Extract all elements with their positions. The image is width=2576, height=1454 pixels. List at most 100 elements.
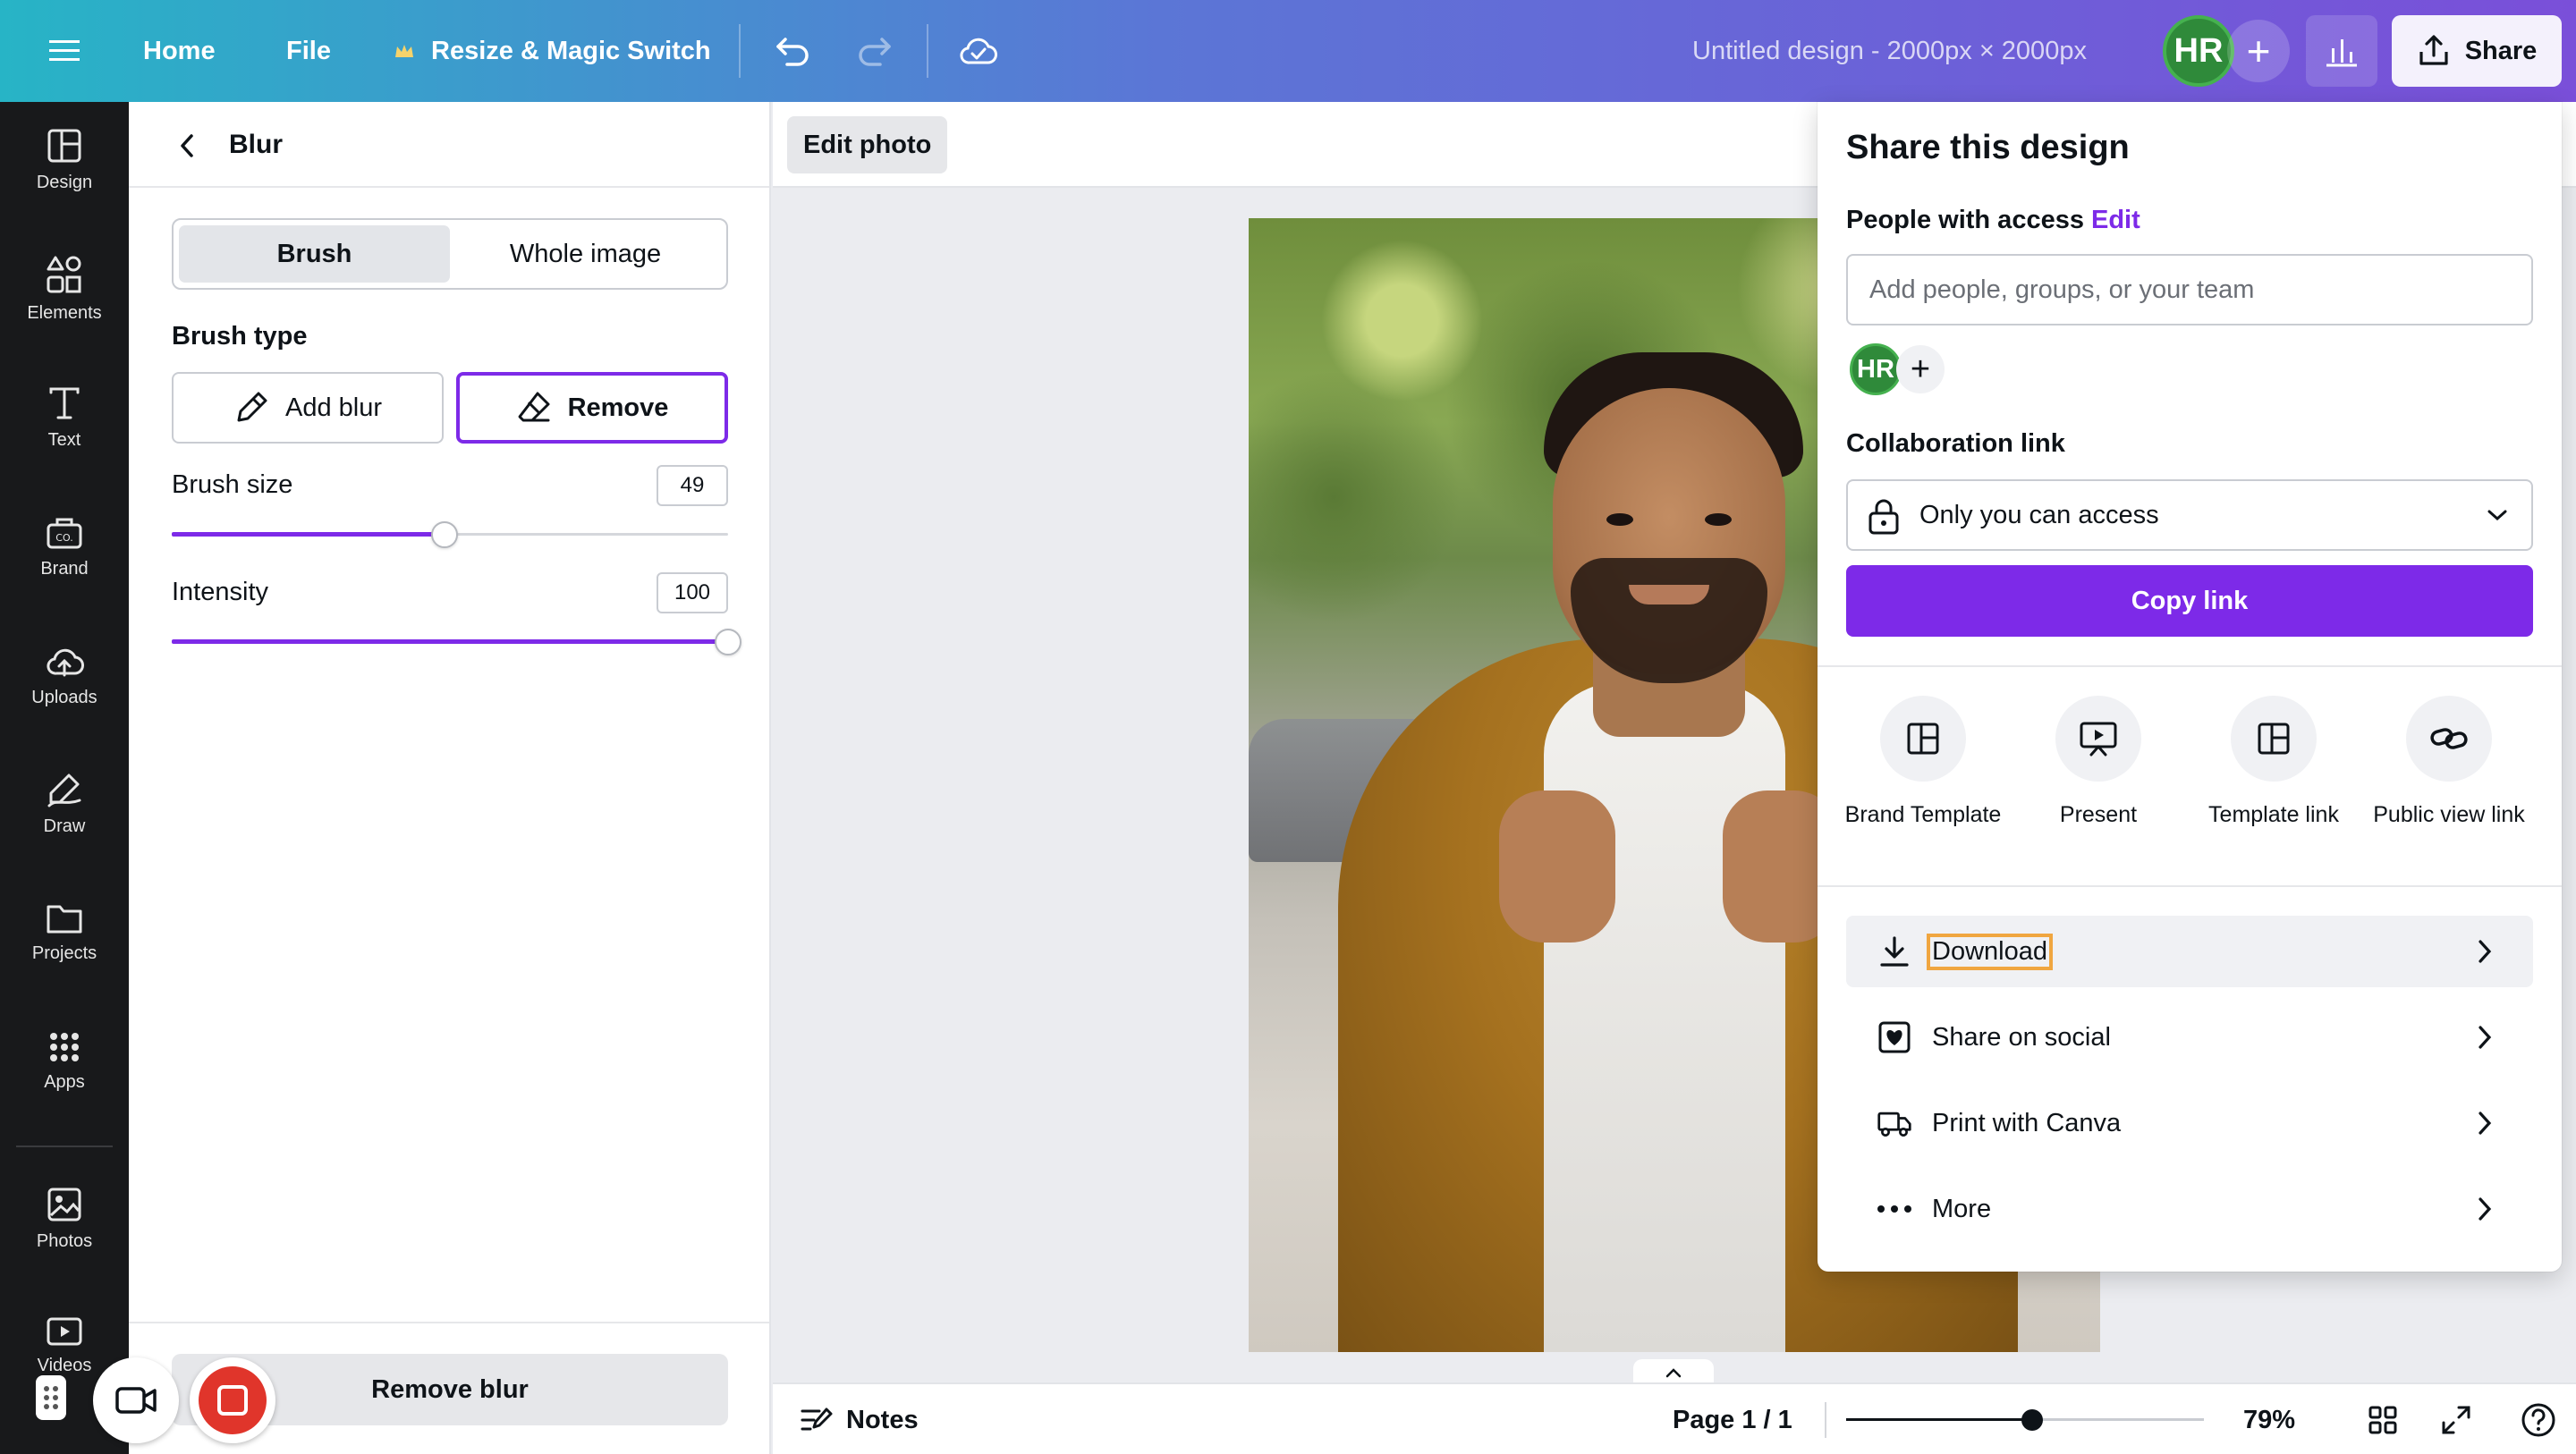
- brand-template-icon: [1880, 696, 1966, 782]
- blur-mode-toggle: Brush Whole image: [172, 218, 728, 290]
- brush-size-slider[interactable]: [172, 517, 728, 553]
- help-icon[interactable]: [2515, 1397, 2562, 1443]
- edit-access-link[interactable]: Edit: [2091, 206, 2140, 235]
- copy-link-button[interactable]: Copy link: [1846, 565, 2533, 637]
- chevron-right-icon: [2467, 1191, 2503, 1227]
- photo-hand: [1499, 790, 1615, 943]
- home-button[interactable]: Home: [143, 0, 216, 102]
- avatar[interactable]: HR: [1850, 343, 1902, 395]
- record-button[interactable]: [190, 1357, 275, 1443]
- notes-label: Notes: [846, 1405, 919, 1434]
- brush-size-label: Brush size: [172, 470, 293, 499]
- document-title[interactable]: Untitled design - 2000px × 2000px: [1692, 0, 2087, 102]
- share-panel: Share this design People with access Edi…: [1818, 102, 2562, 1272]
- add-people-input[interactable]: Add people, groups, or your team: [1846, 254, 2533, 325]
- panel-header: Blur: [129, 102, 769, 188]
- page-indicator[interactable]: Page 1 / 1: [1673, 1384, 1792, 1454]
- redo-icon[interactable]: [848, 24, 902, 78]
- people-access-label: People with access: [1846, 206, 2084, 234]
- rail-item-elements[interactable]: Elements: [0, 231, 129, 347]
- video-camera-icon: [115, 1387, 157, 1414]
- brand-icon: CO.: [47, 518, 82, 548]
- rail-item-uploads[interactable]: Uploads: [0, 617, 129, 733]
- option-label: Public view link: [2373, 802, 2525, 827]
- download-icon: [1877, 934, 1912, 969]
- cloud-saved-icon[interactable]: [952, 24, 1005, 78]
- divider: [927, 24, 928, 78]
- brush-size-input[interactable]: 49: [657, 465, 728, 506]
- intensity-slider[interactable]: [172, 624, 741, 660]
- public-view-link-option[interactable]: Public view link: [2360, 696, 2538, 828]
- divider: [1818, 885, 2562, 887]
- add-collaborator-button[interactable]: +: [1896, 345, 1945, 393]
- back-button[interactable]: [165, 123, 209, 168]
- present-option[interactable]: Present: [2009, 696, 2188, 828]
- rail-item-brand[interactable]: CO. Brand: [0, 488, 129, 604]
- access-level-dropdown[interactable]: Only you can access: [1846, 479, 2533, 551]
- insights-button[interactable]: [2306, 15, 2377, 87]
- tab-brush[interactable]: Brush: [179, 225, 450, 283]
- share-on-social-row[interactable]: Share on social: [1846, 1002, 2533, 1073]
- rail-item-draw[interactable]: Draw: [0, 746, 129, 862]
- brand-template-option[interactable]: Brand Template: [1834, 696, 2012, 828]
- rail-item-text[interactable]: Text: [0, 359, 129, 476]
- bottom-bar: Notes Page 1 / 1 79%: [773, 1382, 2576, 1454]
- share-button-label: Share: [2464, 36, 2538, 65]
- add-blur-label: Add blur: [284, 393, 382, 422]
- top-bar: Home File Resize & Magic Switch Untitled…: [0, 0, 2576, 102]
- elements-icon: [47, 256, 81, 292]
- menu-icon[interactable]: [38, 24, 91, 78]
- chevron-left-icon: [181, 134, 193, 157]
- grid-view-icon[interactable]: [2360, 1397, 2406, 1443]
- rail-item-design[interactable]: Design: [0, 102, 129, 218]
- rail-item-apps[interactable]: Apps: [0, 1003, 129, 1120]
- rail-label: Text: [47, 429, 81, 450]
- resize-magic-switch-button[interactable]: Resize & Magic Switch: [431, 0, 711, 102]
- camera-button[interactable]: [93, 1357, 179, 1443]
- rail-item-projects[interactable]: Projects: [0, 875, 129, 991]
- invite-plus-button[interactable]: +: [2227, 20, 2290, 82]
- rail-label: Elements: [27, 302, 102, 323]
- intensity-input[interactable]: 100: [657, 572, 728, 613]
- slider-thumb[interactable]: [715, 629, 741, 655]
- undo-icon[interactable]: [766, 24, 819, 78]
- remove-button[interactable]: Remove: [456, 372, 728, 444]
- bar-chart-icon: [2326, 39, 2357, 67]
- edit-photo-button[interactable]: Edit photo: [787, 116, 948, 173]
- avatar[interactable]: HR: [2163, 15, 2234, 87]
- option-label: Template link: [2208, 802, 2339, 827]
- chevron-right-icon: [2467, 1019, 2503, 1055]
- zoom-value[interactable]: 79%: [2243, 1384, 2295, 1454]
- notes-icon: [801, 1408, 833, 1431]
- projects-icon: [47, 905, 82, 933]
- share-button[interactable]: Share: [2392, 15, 2562, 87]
- share-social-icon: [1877, 1019, 1912, 1055]
- tab-whole-image[interactable]: Whole image: [450, 225, 721, 283]
- rail-item-photos[interactable]: Photos: [0, 1161, 129, 1277]
- eraser-icon: [518, 392, 550, 422]
- slider-thumb[interactable]: [2021, 1409, 2043, 1431]
- template-link-option[interactable]: Template link: [2184, 696, 2363, 828]
- notes-button[interactable]: Notes: [800, 1384, 919, 1454]
- file-menu[interactable]: File: [286, 0, 331, 102]
- chevron-down-icon: [2487, 510, 2507, 521]
- drag-handle-icon[interactable]: [36, 1375, 66, 1420]
- share-panel-title: Share this design: [1846, 129, 2130, 166]
- download-row[interactable]: Download: [1846, 916, 2533, 987]
- apps-icon: [50, 1032, 79, 1061]
- add-blur-button[interactable]: Add blur: [172, 372, 444, 444]
- rail-label: Uploads: [31, 687, 97, 707]
- fullscreen-icon[interactable]: [2433, 1397, 2479, 1443]
- zoom-slider[interactable]: [1846, 1402, 2204, 1438]
- slider-thumb[interactable]: [430, 521, 458, 548]
- photo-eye: [1606, 513, 1633, 526]
- crown-icon: [386, 24, 422, 78]
- rail-label: Photos: [36, 1230, 93, 1251]
- upload-share-icon: [2419, 35, 2448, 65]
- videos-icon: [47, 1317, 82, 1345]
- uploads-icon: [47, 648, 84, 676]
- print-with-canva-row[interactable]: Print with Canva: [1846, 1087, 2533, 1159]
- rail-label: Apps: [44, 1071, 85, 1092]
- divider: [739, 24, 741, 78]
- more-row[interactable]: More: [1846, 1173, 2533, 1245]
